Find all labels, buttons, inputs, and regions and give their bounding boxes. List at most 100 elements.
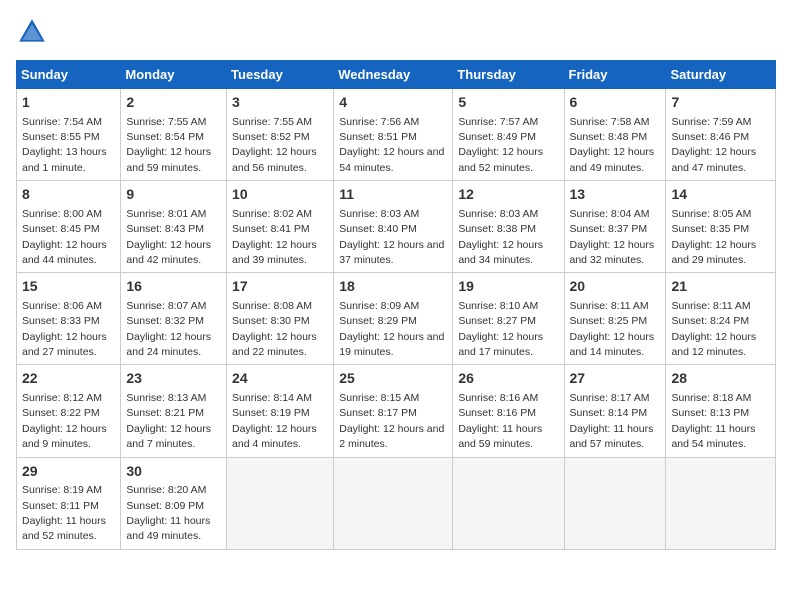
day-info: Sunrise: 7:54 AMSunset: 8:55 PMDaylight:… [22, 116, 107, 174]
day-cell: 17 Sunrise: 8:08 AMSunset: 8:30 PMDaylig… [227, 273, 334, 365]
day-cell: 26 Sunrise: 8:16 AMSunset: 8:16 PMDaylig… [453, 365, 564, 457]
day-info: Sunrise: 8:10 AMSunset: 8:27 PMDaylight:… [458, 300, 543, 358]
day-cell: 13 Sunrise: 8:04 AMSunset: 8:37 PMDaylig… [564, 181, 666, 273]
day-info: Sunrise: 7:58 AMSunset: 8:48 PMDaylight:… [570, 116, 655, 174]
day-number: 22 [22, 369, 115, 389]
day-number: 14 [671, 185, 770, 205]
header-cell-monday: Monday [121, 61, 227, 89]
day-cell: 12 Sunrise: 8:03 AMSunset: 8:38 PMDaylig… [453, 181, 564, 273]
week-row-5: 29 Sunrise: 8:19 AMSunset: 8:11 PMDaylig… [17, 457, 776, 549]
day-info: Sunrise: 7:56 AMSunset: 8:51 PMDaylight:… [339, 116, 444, 174]
day-info: Sunrise: 8:14 AMSunset: 8:19 PMDaylight:… [232, 392, 317, 450]
day-cell: 24 Sunrise: 8:14 AMSunset: 8:19 PMDaylig… [227, 365, 334, 457]
day-cell: 2 Sunrise: 7:55 AMSunset: 8:54 PMDayligh… [121, 89, 227, 181]
day-cell: 11 Sunrise: 8:03 AMSunset: 8:40 PMDaylig… [334, 181, 453, 273]
day-number: 3 [232, 93, 328, 113]
day-info: Sunrise: 7:55 AMSunset: 8:54 PMDaylight:… [126, 116, 211, 174]
day-info: Sunrise: 8:19 AMSunset: 8:11 PMDaylight:… [22, 484, 106, 542]
week-row-2: 8 Sunrise: 8:00 AMSunset: 8:45 PMDayligh… [17, 181, 776, 273]
calendar-table: SundayMondayTuesdayWednesdayThursdayFrid… [16, 60, 776, 550]
day-number: 5 [458, 93, 558, 113]
day-number: 25 [339, 369, 447, 389]
day-number: 30 [126, 462, 221, 482]
day-info: Sunrise: 8:11 AMSunset: 8:24 PMDaylight:… [671, 300, 756, 358]
day-cell: 10 Sunrise: 8:02 AMSunset: 8:41 PMDaylig… [227, 181, 334, 273]
day-cell: 4 Sunrise: 7:56 AMSunset: 8:51 PMDayligh… [334, 89, 453, 181]
day-cell [227, 457, 334, 549]
day-number: 20 [570, 277, 661, 297]
day-number: 6 [570, 93, 661, 113]
day-number: 15 [22, 277, 115, 297]
day-number: 19 [458, 277, 558, 297]
day-number: 2 [126, 93, 221, 113]
day-info: Sunrise: 8:07 AMSunset: 8:32 PMDaylight:… [126, 300, 211, 358]
day-number: 17 [232, 277, 328, 297]
day-number: 18 [339, 277, 447, 297]
day-number: 8 [22, 185, 115, 205]
day-info: Sunrise: 8:16 AMSunset: 8:16 PMDaylight:… [458, 392, 542, 450]
header-row: SundayMondayTuesdayWednesdayThursdayFrid… [17, 61, 776, 89]
day-info: Sunrise: 8:03 AMSunset: 8:40 PMDaylight:… [339, 208, 444, 266]
header-cell-friday: Friday [564, 61, 666, 89]
logo [16, 16, 52, 48]
day-info: Sunrise: 7:57 AMSunset: 8:49 PMDaylight:… [458, 116, 543, 174]
day-number: 24 [232, 369, 328, 389]
day-number: 4 [339, 93, 447, 113]
day-cell: 3 Sunrise: 7:55 AMSunset: 8:52 PMDayligh… [227, 89, 334, 181]
day-cell [453, 457, 564, 549]
day-cell: 5 Sunrise: 7:57 AMSunset: 8:49 PMDayligh… [453, 89, 564, 181]
day-cell: 23 Sunrise: 8:13 AMSunset: 8:21 PMDaylig… [121, 365, 227, 457]
day-number: 23 [126, 369, 221, 389]
header-cell-sunday: Sunday [17, 61, 121, 89]
day-number: 7 [671, 93, 770, 113]
day-info: Sunrise: 8:03 AMSunset: 8:38 PMDaylight:… [458, 208, 543, 266]
day-number: 26 [458, 369, 558, 389]
day-info: Sunrise: 8:18 AMSunset: 8:13 PMDaylight:… [671, 392, 755, 450]
day-info: Sunrise: 8:17 AMSunset: 8:14 PMDaylight:… [570, 392, 654, 450]
day-cell: 9 Sunrise: 8:01 AMSunset: 8:43 PMDayligh… [121, 181, 227, 273]
week-row-3: 15 Sunrise: 8:06 AMSunset: 8:33 PMDaylig… [17, 273, 776, 365]
day-number: 27 [570, 369, 661, 389]
day-number: 16 [126, 277, 221, 297]
week-row-1: 1 Sunrise: 7:54 AMSunset: 8:55 PMDayligh… [17, 89, 776, 181]
day-info: Sunrise: 8:00 AMSunset: 8:45 PMDaylight:… [22, 208, 107, 266]
header-cell-thursday: Thursday [453, 61, 564, 89]
day-cell: 30 Sunrise: 8:20 AMSunset: 8:09 PMDaylig… [121, 457, 227, 549]
day-number: 13 [570, 185, 661, 205]
logo-icon [16, 16, 48, 48]
day-info: Sunrise: 8:13 AMSunset: 8:21 PMDaylight:… [126, 392, 211, 450]
day-number: 28 [671, 369, 770, 389]
day-cell [334, 457, 453, 549]
day-cell: 19 Sunrise: 8:10 AMSunset: 8:27 PMDaylig… [453, 273, 564, 365]
day-cell: 7 Sunrise: 7:59 AMSunset: 8:46 PMDayligh… [666, 89, 776, 181]
day-cell: 18 Sunrise: 8:09 AMSunset: 8:29 PMDaylig… [334, 273, 453, 365]
day-cell: 6 Sunrise: 7:58 AMSunset: 8:48 PMDayligh… [564, 89, 666, 181]
day-cell [564, 457, 666, 549]
day-number: 11 [339, 185, 447, 205]
day-cell: 16 Sunrise: 8:07 AMSunset: 8:32 PMDaylig… [121, 273, 227, 365]
header-cell-wednesday: Wednesday [334, 61, 453, 89]
day-info: Sunrise: 8:15 AMSunset: 8:17 PMDaylight:… [339, 392, 444, 450]
day-number: 21 [671, 277, 770, 297]
header-cell-saturday: Saturday [666, 61, 776, 89]
day-cell: 25 Sunrise: 8:15 AMSunset: 8:17 PMDaylig… [334, 365, 453, 457]
day-info: Sunrise: 8:09 AMSunset: 8:29 PMDaylight:… [339, 300, 444, 358]
day-cell: 14 Sunrise: 8:05 AMSunset: 8:35 PMDaylig… [666, 181, 776, 273]
week-row-4: 22 Sunrise: 8:12 AMSunset: 8:22 PMDaylig… [17, 365, 776, 457]
day-number: 12 [458, 185, 558, 205]
day-cell: 28 Sunrise: 8:18 AMSunset: 8:13 PMDaylig… [666, 365, 776, 457]
day-cell: 29 Sunrise: 8:19 AMSunset: 8:11 PMDaylig… [17, 457, 121, 549]
day-info: Sunrise: 8:04 AMSunset: 8:37 PMDaylight:… [570, 208, 655, 266]
day-info: Sunrise: 8:20 AMSunset: 8:09 PMDaylight:… [126, 484, 210, 542]
header-cell-tuesday: Tuesday [227, 61, 334, 89]
day-cell: 22 Sunrise: 8:12 AMSunset: 8:22 PMDaylig… [17, 365, 121, 457]
day-cell: 20 Sunrise: 8:11 AMSunset: 8:25 PMDaylig… [564, 273, 666, 365]
day-number: 1 [22, 93, 115, 113]
day-info: Sunrise: 7:59 AMSunset: 8:46 PMDaylight:… [671, 116, 756, 174]
day-info: Sunrise: 8:02 AMSunset: 8:41 PMDaylight:… [232, 208, 317, 266]
day-info: Sunrise: 7:55 AMSunset: 8:52 PMDaylight:… [232, 116, 317, 174]
day-cell: 27 Sunrise: 8:17 AMSunset: 8:14 PMDaylig… [564, 365, 666, 457]
day-number: 29 [22, 462, 115, 482]
day-cell: 15 Sunrise: 8:06 AMSunset: 8:33 PMDaylig… [17, 273, 121, 365]
day-cell: 8 Sunrise: 8:00 AMSunset: 8:45 PMDayligh… [17, 181, 121, 273]
